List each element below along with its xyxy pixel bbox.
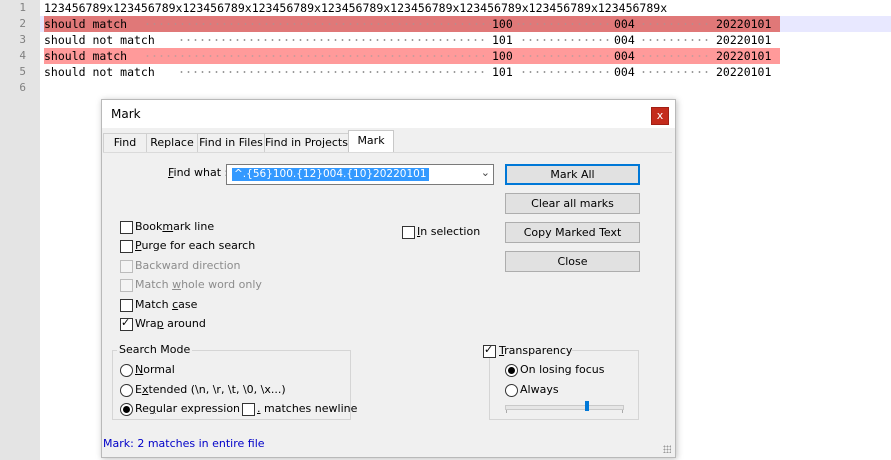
tab-find-in-projects[interactable]: Find in Projects bbox=[264, 133, 349, 152]
purge-for-each-search-checkbox[interactable] bbox=[120, 240, 133, 253]
copy-marked-text-button[interactable]: Copy Marked Text bbox=[505, 222, 640, 243]
whitespace-dots bbox=[640, 71, 710, 73]
line-value: 20220101 bbox=[716, 49, 772, 63]
line-value: 101 bbox=[492, 33, 513, 47]
line-value: 100 bbox=[492, 17, 513, 31]
mark-all-button[interactable]: Mark All bbox=[505, 164, 640, 185]
always-label: Always bbox=[520, 383, 559, 396]
transparency-label: Transparency bbox=[499, 344, 573, 357]
extended-label: Extended (\n, \r, \t, \0, \x...) bbox=[135, 383, 286, 396]
line-number: 2 bbox=[19, 17, 26, 30]
line-number: 5 bbox=[19, 65, 26, 78]
always-radio[interactable] bbox=[505, 384, 518, 397]
whitespace-dots bbox=[178, 71, 488, 73]
extended-radio[interactable] bbox=[120, 384, 133, 397]
dialog-title: Mark bbox=[111, 107, 141, 121]
editor-line[interactable]: should match 100 004 20220101 bbox=[44, 16, 784, 32]
editor-line[interactable]: should not match 101 004 20220101 bbox=[44, 64, 784, 80]
backward-direction-checkbox[interactable] bbox=[120, 260, 133, 273]
tab-mark[interactable]: Mark bbox=[348, 130, 394, 153]
match-case-label: Match case bbox=[135, 298, 198, 311]
purge-for-each-search-label: Purge for each search bbox=[135, 239, 256, 252]
line-number: 4 bbox=[19, 49, 26, 62]
line-value: 004 bbox=[614, 33, 635, 47]
line-label: should match bbox=[44, 17, 128, 31]
status-message: Mark: 2 matches in entire file bbox=[103, 437, 265, 450]
matches-newline-checkbox[interactable] bbox=[242, 403, 255, 416]
line-value: 004 bbox=[614, 49, 635, 63]
close-button[interactable]: Close bbox=[505, 251, 640, 272]
whitespace-dots bbox=[640, 39, 710, 41]
line-label: should not match bbox=[44, 65, 155, 79]
whitespace-dots bbox=[144, 55, 484, 57]
regular-expression-label: Regular expression bbox=[135, 402, 241, 415]
matches-newline-label: . matches newline bbox=[257, 402, 358, 415]
dialog-statusbar: Mark: 2 matches in entire file bbox=[101, 431, 674, 456]
whitespace-dots bbox=[520, 55, 610, 57]
find-what-input[interactable]: ^.{56}100.{12}004.{10}20220101 bbox=[232, 168, 429, 181]
radio-dot bbox=[508, 367, 515, 374]
slider-tick bbox=[506, 410, 507, 413]
dialog-titlebar[interactable]: Mark x bbox=[102, 100, 675, 128]
editor-line[interactable]: should not match 101 004 20220101 bbox=[44, 32, 784, 48]
clear-all-marks-button[interactable]: Clear all marks bbox=[505, 193, 640, 214]
find-what-combobox[interactable]: ^.{56}100.{12}004.{10}20220101 ⌄ bbox=[226, 164, 494, 185]
resize-grip-icon[interactable] bbox=[663, 445, 671, 453]
whitespace-dots bbox=[144, 23, 524, 25]
line-number: 6 bbox=[19, 81, 26, 94]
transparency-slider-track[interactable] bbox=[505, 405, 624, 410]
match-whole-word-checkbox[interactable] bbox=[120, 279, 133, 292]
line-value: 100 bbox=[492, 49, 513, 63]
match-case-checkbox[interactable] bbox=[120, 299, 133, 312]
editor-line[interactable]: should match 100 004 20220101 bbox=[44, 48, 784, 64]
search-mode-title: Search Mode bbox=[117, 343, 193, 356]
find-what-label: Find what : bbox=[168, 166, 229, 179]
whitespace-dots bbox=[520, 39, 610, 41]
regular-expression-radio[interactable] bbox=[120, 403, 133, 416]
transparency-slider-thumb[interactable] bbox=[584, 401, 589, 411]
whitespace-dots bbox=[640, 55, 710, 57]
match-whole-word-label: Match whole word only bbox=[135, 278, 262, 291]
wrap-around-label: Wrap around bbox=[135, 317, 206, 330]
whitespace-dots bbox=[640, 23, 710, 25]
line-number: 1 bbox=[19, 1, 26, 14]
line-label: should not match bbox=[44, 33, 155, 47]
line-value: 20220101 bbox=[716, 65, 772, 79]
radio-dot bbox=[123, 406, 130, 413]
chevron-down-icon[interactable]: ⌄ bbox=[481, 166, 490, 179]
normal-label: Normal bbox=[135, 363, 175, 376]
checkmark-icon: ✓ bbox=[121, 316, 131, 329]
slider-tick bbox=[622, 410, 623, 413]
editor-line[interactable]: 123456789x123456789x123456789x123456789x… bbox=[44, 0, 667, 16]
checkmark-icon: ✓ bbox=[484, 343, 494, 356]
tab-find[interactable]: Find bbox=[103, 133, 147, 152]
whitespace-dots bbox=[178, 39, 488, 41]
close-icon[interactable]: x bbox=[651, 107, 669, 125]
tab-replace[interactable]: Replace bbox=[146, 133, 198, 152]
normal-radio[interactable] bbox=[120, 364, 133, 377]
line-value: 20220101 bbox=[716, 17, 772, 31]
bookmark-line-label: Bookmark line bbox=[135, 220, 215, 233]
wrap-around-checkbox[interactable]: ✓ bbox=[120, 316, 133, 331]
line-value: 101 bbox=[492, 65, 513, 79]
in-selection-label: In selection bbox=[417, 225, 481, 238]
tab-find-in-files[interactable]: Find in Files bbox=[197, 133, 265, 152]
bookmark-line-checkbox[interactable] bbox=[120, 221, 133, 234]
line-value: 20220101 bbox=[716, 33, 772, 47]
on-losing-focus-label: On losing focus bbox=[520, 363, 605, 376]
line-value: 004 bbox=[614, 17, 635, 31]
whitespace-dots bbox=[520, 23, 610, 25]
transparency-checkbox[interactable]: ✓ bbox=[483, 343, 496, 358]
line-number: 3 bbox=[19, 33, 26, 46]
on-losing-focus-radio[interactable] bbox=[505, 364, 518, 377]
whitespace-dots bbox=[520, 71, 610, 73]
backward-direction-label: Backward direction bbox=[135, 259, 241, 272]
line-label: should match bbox=[44, 49, 128, 63]
line-value: 004 bbox=[614, 65, 635, 79]
in-selection-checkbox[interactable] bbox=[402, 226, 415, 239]
